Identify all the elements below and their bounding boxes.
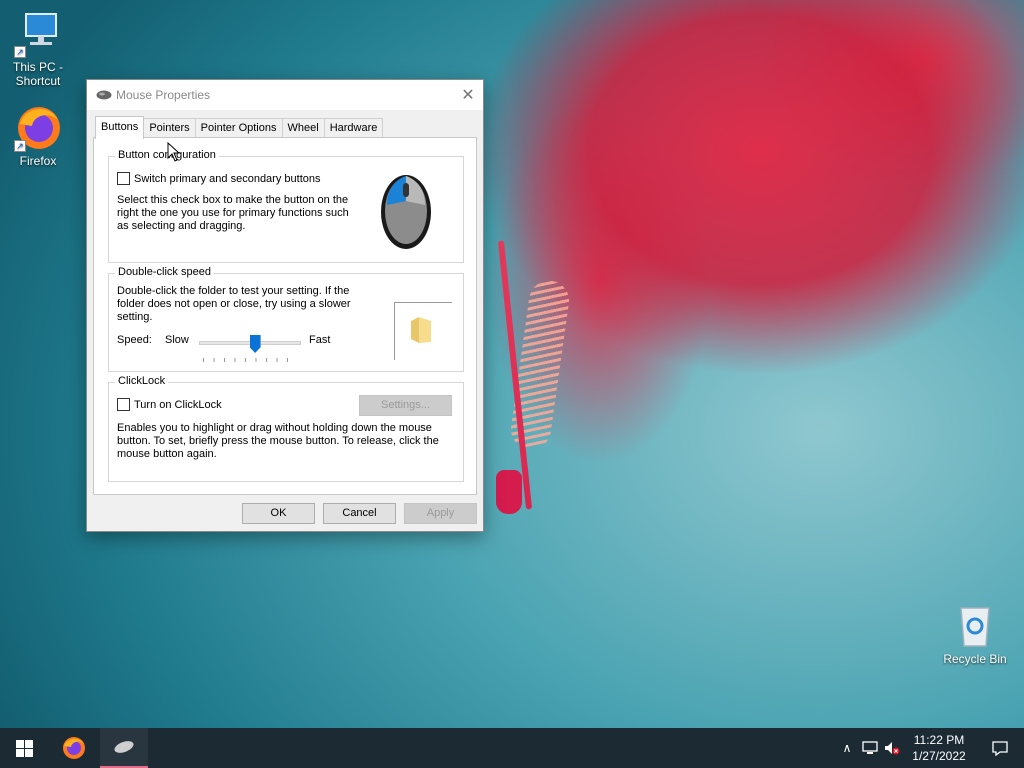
mouse-icon: [96, 90, 112, 100]
group-legend: Double-click speed: [115, 266, 214, 278]
desktop-icon-this-pc[interactable]: ↗ This PC - Shortcut: [1, 10, 75, 88]
dialog-titlebar[interactable]: Mouse Properties ✕: [87, 80, 483, 110]
taskbar-firefox-button[interactable]: [50, 728, 98, 768]
shortcut-arrow-icon: ↗: [14, 140, 26, 152]
notification-icon: [992, 740, 1008, 756]
clicklock-group: ClickLock Turn on ClickLock Settings... …: [108, 375, 464, 482]
wallpaper-stamen-tip: [496, 470, 522, 514]
apply-button[interactable]: Apply: [404, 503, 477, 524]
checkbox-label: Switch primary and secondary buttons: [134, 172, 321, 185]
taskbar-clock[interactable]: 11:22 PM 1/27/2022: [906, 732, 972, 764]
mouse-properties-dialog: Mouse Properties ✕ Buttons Pointers Poin…: [86, 79, 484, 532]
close-button[interactable]: ✕: [453, 80, 483, 110]
double-click-speed-group: Double-click speed Double-click the fold…: [108, 266, 464, 372]
clicklock-description: Enables you to highlight or drag without…: [117, 422, 439, 460]
slow-label: Slow: [165, 334, 189, 346]
checkbox-label: Turn on ClickLock: [134, 398, 222, 411]
cancel-button[interactable]: Cancel: [323, 503, 396, 524]
volume-muted-icon[interactable]: [884, 741, 900, 755]
system-tray: ∧: [838, 728, 900, 768]
dialog-title: Mouse Properties: [116, 88, 211, 102]
taskbar-mouse-properties-button[interactable]: [100, 728, 148, 768]
group-legend: ClickLock: [115, 375, 169, 387]
start-button[interactable]: [0, 728, 48, 768]
button-configuration-group: Button configuration Switch primary and …: [108, 149, 464, 263]
recycle-bin-icon: [951, 602, 999, 650]
shortcut-arrow-icon: ↗: [14, 46, 26, 58]
switch-buttons-checkbox-row[interactable]: Switch primary and secondary buttons: [117, 172, 320, 185]
speed-slider-row: Speed: Slow Fast: [117, 334, 337, 364]
monitor-icon: ↗: [14, 10, 62, 58]
speed-label: Speed:: [117, 334, 152, 346]
desktop-icon-label: This PC - Shortcut: [12, 60, 63, 88]
taskbar: ∧ 11:22 PM 1/27/2022: [0, 728, 1024, 768]
tab-pointer-options[interactable]: Pointer Options: [194, 118, 283, 138]
speed-slider-thumb[interactable]: [249, 335, 261, 353]
firefox-icon: ↗: [14, 104, 62, 152]
buttons-tab-panel: Button configuration Switch primary and …: [93, 137, 477, 495]
folder-icon: [411, 317, 431, 343]
clock-date: 1/27/2022: [912, 749, 966, 763]
desktop-icon-recycle-bin[interactable]: Recycle Bin: [938, 602, 1012, 666]
double-click-description: Double-click the folder to test your set…: [117, 285, 351, 323]
tab-pointers[interactable]: Pointers: [143, 118, 196, 138]
tab-hardware[interactable]: Hardware: [323, 118, 384, 138]
tab-wheel[interactable]: Wheel: [281, 118, 325, 138]
firefox-icon: [63, 737, 85, 759]
close-icon: ✕: [461, 87, 475, 104]
clock-time: 11:22 PM: [913, 733, 965, 747]
tab-strip: Buttons Pointers Pointer Options Wheel H…: [95, 116, 384, 139]
desktop-icon-label: Recycle Bin: [943, 652, 1007, 666]
action-center-button[interactable]: [976, 728, 1024, 768]
switch-buttons-checkbox[interactable]: [117, 172, 130, 185]
mouse-icon: [114, 741, 134, 753]
mouse-illustration-icon: [381, 175, 431, 249]
test-folder-box[interactable]: [394, 302, 452, 360]
desktop-icon-firefox[interactable]: ↗ Firefox: [1, 104, 75, 168]
fast-label: Fast: [309, 334, 331, 346]
desktop-icon-label: Firefox: [19, 154, 57, 168]
network-icon[interactable]: [862, 741, 878, 755]
clicklock-settings-button[interactable]: Settings...: [359, 395, 452, 416]
clicklock-checkbox[interactable]: [117, 398, 130, 411]
mouse-cursor-icon: [167, 142, 181, 162]
speed-slider-ticks: [203, 358, 297, 362]
button-config-description: Select this check box to make the button…: [117, 194, 349, 232]
chevron-up-icon[interactable]: ∧: [838, 741, 856, 755]
windows-start-icon: [15, 739, 33, 757]
tab-buttons[interactable]: Buttons: [95, 116, 145, 139]
clicklock-checkbox-row[interactable]: Turn on ClickLock: [117, 398, 222, 411]
ok-button[interactable]: OK: [242, 503, 315, 524]
